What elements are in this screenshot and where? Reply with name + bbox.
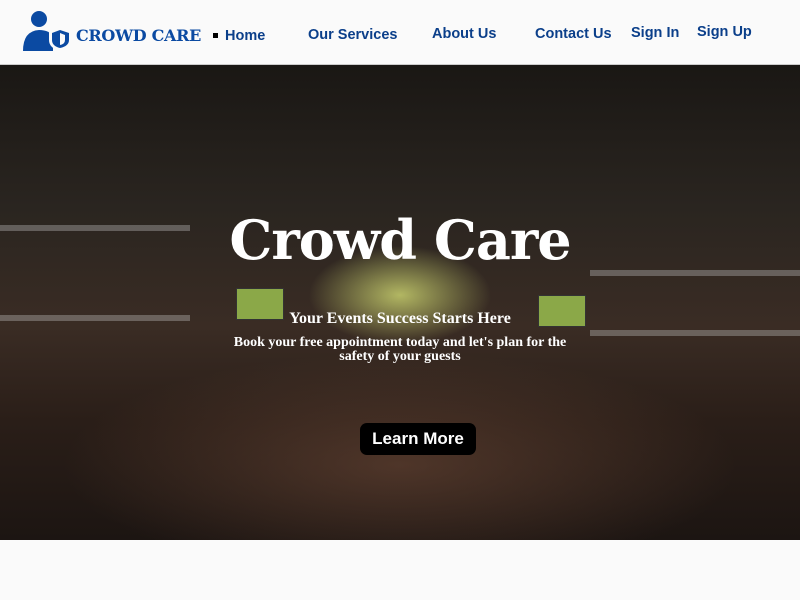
header: CROWD CARE Home Our Services About Us Co… <box>0 0 800 65</box>
hero-section: Crowd Care Your Events Success Starts He… <box>0 65 800 540</box>
brand-name: CROWD CARE <box>76 26 202 45</box>
nav-sign-up[interactable]: Sign Up <box>697 24 752 40</box>
nav-contact-us[interactable]: Contact Us <box>535 26 612 42</box>
balcony-decor <box>590 330 800 336</box>
logo[interactable]: CROWD CARE <box>22 11 201 51</box>
nav-home[interactable]: Home <box>225 28 265 44</box>
hero-title: Crowd Care <box>229 208 571 272</box>
active-bullet-icon <box>213 33 218 38</box>
nav-our-services[interactable]: Our Services <box>308 27 397 43</box>
nav-about-us[interactable]: About Us <box>432 26 496 42</box>
learn-more-button[interactable]: Learn More <box>360 423 476 455</box>
hero-description: Book your free appointment today and let… <box>233 335 567 364</box>
person-shield-icon <box>23 11 72 51</box>
nav-sign-in[interactable]: Sign In <box>631 25 679 41</box>
hero-subtitle: Your Events Success Starts Here <box>289 310 511 327</box>
